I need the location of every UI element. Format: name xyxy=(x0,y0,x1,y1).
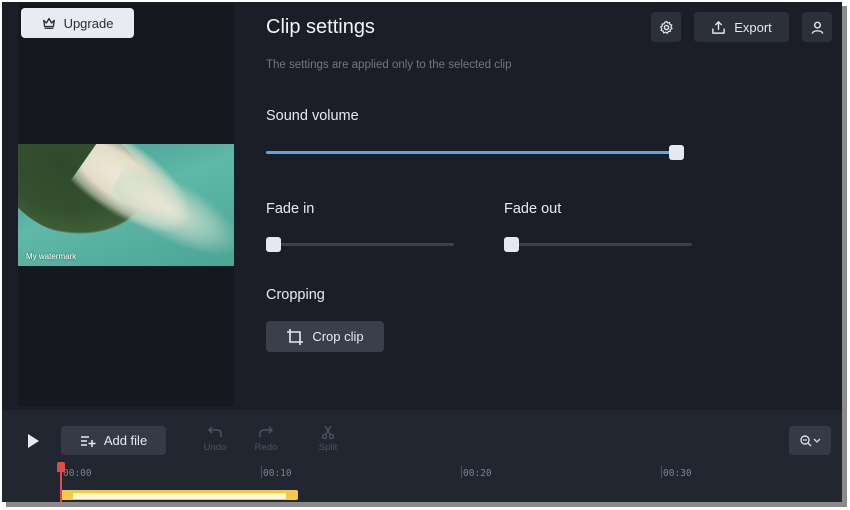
slider-handle[interactable] xyxy=(669,145,684,160)
redo-icon xyxy=(259,426,274,437)
fade-out-slider[interactable] xyxy=(504,237,692,252)
app-window: Upgrade My watermark Clip settings The s… xyxy=(2,2,842,502)
add-list-icon xyxy=(80,435,96,447)
export-label: Export xyxy=(734,19,772,35)
account-button[interactable] xyxy=(802,12,832,42)
ruler-label: 00:20 xyxy=(463,468,492,479)
slider-handle[interactable] xyxy=(266,237,281,252)
ruler-tick xyxy=(661,466,662,478)
add-file-button[interactable]: Add file xyxy=(61,426,166,455)
sound-volume-label: Sound volume xyxy=(266,108,359,124)
undo-icon xyxy=(207,426,222,437)
fade-out-label: Fade out xyxy=(504,201,562,217)
ruler-tick xyxy=(261,466,262,478)
ruler-tick xyxy=(461,466,462,478)
window-shadow-right xyxy=(842,6,847,506)
undo-button[interactable]: Undo xyxy=(195,424,235,453)
split-label: Split xyxy=(318,442,338,453)
redo-button[interactable]: Redo xyxy=(246,424,286,453)
crop-clip-button[interactable]: Crop clip xyxy=(266,321,384,352)
slider-handle[interactable] xyxy=(504,237,519,252)
upgrade-button[interactable]: Upgrade xyxy=(21,8,134,38)
gear-icon xyxy=(659,20,673,34)
play-icon[interactable] xyxy=(24,432,42,450)
scissors-icon xyxy=(321,425,335,440)
watermark-text: My watermark xyxy=(26,252,77,261)
crop-clip-label: Crop clip xyxy=(312,329,364,344)
video-preview: My watermark xyxy=(18,144,234,266)
slider-fill xyxy=(266,151,684,154)
crown-icon xyxy=(42,17,55,29)
ruler-label: 00:30 xyxy=(663,468,692,479)
sound-volume-slider[interactable] xyxy=(266,145,684,160)
zoom-dropdown-icon xyxy=(800,434,821,446)
timeline-panel: Add file Undo Redo Split 00:00 00:10 00:… xyxy=(2,410,842,502)
settings-button[interactable] xyxy=(651,12,681,42)
cropping-label: Cropping xyxy=(266,287,325,303)
split-button[interactable]: Split xyxy=(308,424,348,453)
page-subtitle: The settings are applied only to the sel… xyxy=(266,59,512,71)
clip-body xyxy=(73,493,286,499)
ruler-label: 00:00 xyxy=(63,468,92,479)
playhead-handle[interactable] xyxy=(57,462,65,472)
export-button[interactable]: Export xyxy=(694,12,789,42)
fade-in-slider[interactable] xyxy=(266,237,454,252)
window-shadow-bottom xyxy=(6,502,847,507)
user-icon xyxy=(811,21,823,34)
redo-label: Redo xyxy=(254,442,278,453)
zoom-dropdown[interactable] xyxy=(789,426,831,455)
timeline-ruler[interactable]: 00:00 00:10 00:20 00:30 xyxy=(2,466,842,480)
page-title: Clip settings xyxy=(266,16,375,38)
upgrade-label: Upgrade xyxy=(63,15,114,31)
timeline-clip[interactable] xyxy=(61,490,298,500)
crop-icon xyxy=(287,328,304,345)
ruler-label: 00:10 xyxy=(263,468,292,479)
undo-label: Undo xyxy=(203,442,227,453)
upload-icon xyxy=(712,20,726,34)
fade-in-label: Fade in xyxy=(266,201,315,217)
add-file-label: Add file xyxy=(103,433,148,448)
